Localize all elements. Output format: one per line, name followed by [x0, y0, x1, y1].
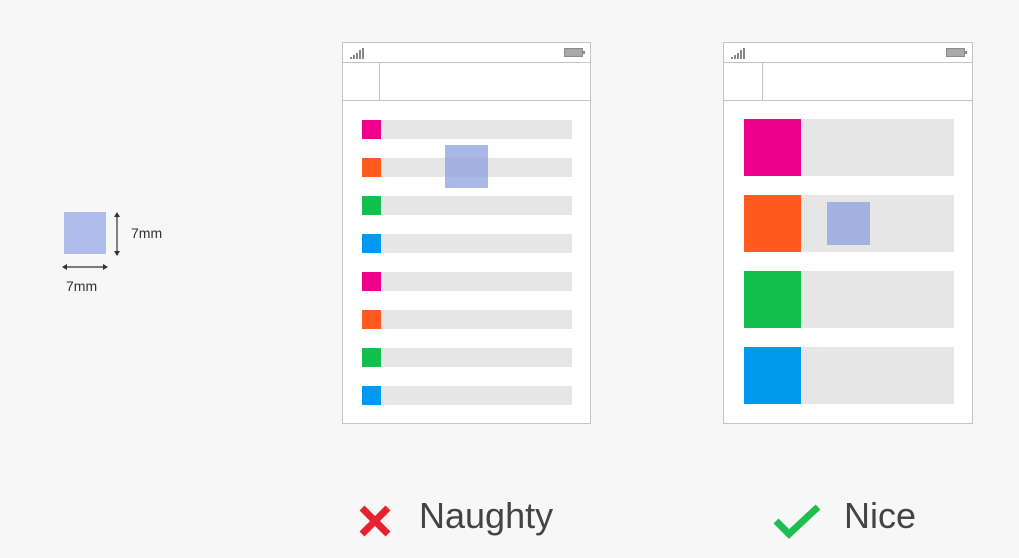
color-swatch	[362, 348, 381, 367]
color-swatch	[744, 347, 801, 404]
nice-phone-mockup	[723, 42, 973, 424]
finger-touch-target	[827, 202, 870, 245]
color-swatch	[362, 234, 381, 253]
header-menu-box	[343, 63, 380, 100]
signal-icon	[731, 47, 749, 59]
color-swatch	[362, 272, 381, 291]
list-item	[362, 386, 572, 405]
touch-target-size-square	[64, 212, 106, 254]
color-swatch	[744, 119, 801, 176]
row-bar	[381, 196, 572, 215]
checkmark-icon	[773, 504, 821, 539]
color-swatch	[362, 310, 381, 329]
color-swatch	[744, 271, 801, 328]
battery-icon	[946, 48, 967, 57]
row-bar	[381, 120, 572, 139]
cross-icon	[359, 505, 391, 537]
list-item	[362, 120, 572, 139]
naughty-label: Naughty	[419, 495, 554, 536]
row-bar	[801, 271, 954, 328]
battery-icon	[564, 48, 585, 57]
list-item	[744, 119, 954, 176]
vertical-dimension-arrow-icon	[114, 212, 120, 256]
horizontal-dimension-arrow-icon	[62, 264, 108, 270]
row-bar	[381, 310, 572, 329]
row-bar	[801, 119, 954, 176]
color-swatch	[362, 120, 381, 139]
list-item	[362, 348, 572, 367]
finger-touch-target	[445, 145, 488, 188]
list-item	[744, 347, 954, 404]
nice-verdict: Nice	[773, 495, 973, 545]
row-bar	[381, 272, 572, 291]
row-bar	[381, 386, 572, 405]
color-swatch	[362, 196, 381, 215]
list-item	[744, 271, 954, 328]
list-item	[362, 310, 572, 329]
app-header	[343, 63, 590, 101]
app-header	[724, 63, 972, 101]
status-bar	[343, 43, 590, 63]
vertical-size-label: 7mm	[131, 225, 163, 241]
row-bar	[381, 234, 572, 253]
header-menu-box	[724, 63, 763, 100]
list-item	[362, 196, 572, 215]
list-item	[362, 234, 572, 253]
color-swatch	[362, 386, 381, 405]
row-bar	[381, 348, 572, 367]
naughty-phone-mockup	[342, 42, 591, 424]
status-bar	[724, 43, 972, 63]
color-swatch	[744, 195, 801, 252]
horizontal-size-label: 7mm	[66, 278, 98, 294]
naughty-verdict: Naughty	[357, 495, 597, 545]
signal-icon	[350, 47, 368, 59]
nice-label: Nice	[844, 495, 917, 536]
row-bar	[801, 347, 954, 404]
color-swatch	[362, 158, 381, 177]
row-bar	[801, 195, 954, 252]
list-item	[362, 272, 572, 291]
